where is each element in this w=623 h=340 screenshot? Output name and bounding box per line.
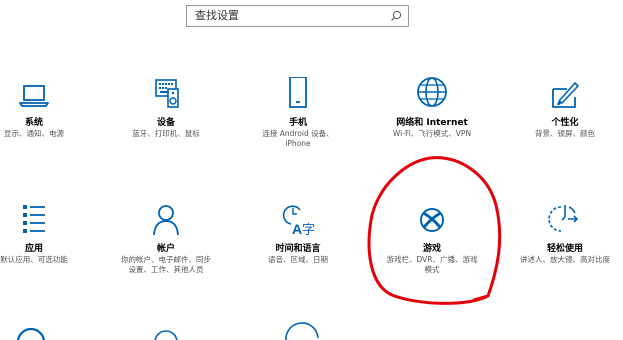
keyboard-speaker-icon	[104, 77, 228, 117]
tile-title: 应用	[24, 244, 43, 254]
globe-icon	[370, 77, 494, 117]
tile-description: 语音、区域、日期	[268, 255, 328, 264]
tile-description: 背景、锁屏、颜色	[535, 129, 595, 138]
tile-title: 游戏	[422, 244, 441, 254]
app-list-icon	[0, 205, 96, 245]
tile-description: 蓝牙、打印机、鼠标	[132, 129, 200, 138]
red-circle-annotation	[367, 156, 502, 305]
row3-partial-icons	[17, 322, 319, 340]
search-placeholder: 查找设置	[195, 9, 239, 22]
svg-text:字: 字	[302, 223, 315, 238]
partial-circle-icon	[17, 327, 45, 340]
tile-title: 网络和 Internet	[396, 118, 468, 128]
ease-of-access-icon	[503, 205, 623, 245]
xbox-icon	[370, 205, 494, 245]
tile-title: 个性化	[551, 118, 579, 128]
tile-description: 游戏栏、DVR、广播、游戏 模式	[386, 255, 478, 274]
partial-search-icon	[154, 330, 178, 340]
tile-title: 手机	[288, 118, 307, 128]
person-icon	[104, 205, 228, 245]
tile-title: 系统	[24, 118, 43, 128]
laptop-icon	[0, 77, 96, 117]
time-language-icon: A 字	[236, 205, 360, 245]
partial-update-icon	[285, 322, 319, 340]
paint-brush-icon	[503, 77, 623, 117]
tile-title: 帐户	[156, 244, 175, 254]
tile-description: 显示、通知、电源	[4, 129, 64, 138]
tile-description: 你的帐户、电子邮件、同步 设置、工作、其他人员	[121, 255, 211, 274]
search-icon[interactable]	[390, 10, 402, 22]
tile-description: Wi-Fi、飞行模式、VPN	[392, 129, 472, 138]
search-input[interactable]: 查找设置	[186, 5, 409, 27]
svg-text:A: A	[292, 221, 302, 237]
settings-home: 查找设置 系统 显示、通知、电源 设备 蓝牙、打印机、鼠标 手机 连接 Andr…	[0, 0, 623, 340]
tile-description: 默认应用、可选功能	[0, 255, 68, 264]
tile-title: 设备	[156, 118, 175, 128]
phone-icon	[236, 77, 360, 117]
tile-title: 轻松使用	[546, 244, 583, 254]
tile-title: 时间和语言	[275, 244, 321, 254]
tile-description: 讲述人、放大镜、高对比度	[520, 255, 610, 264]
tile-description: 连接 Android 设备、 iPhone	[262, 129, 334, 148]
